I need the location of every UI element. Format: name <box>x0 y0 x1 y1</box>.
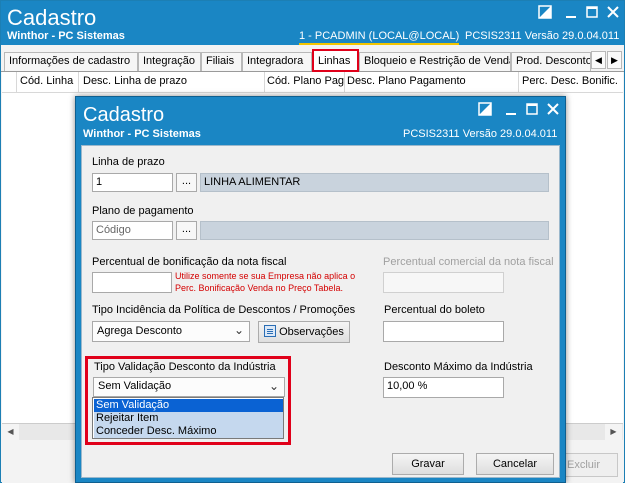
plano-pagamento-label: Plano de pagamento <box>92 205 194 217</box>
col-desc-plano-pagamento[interactable]: Desc. Plano Pagamento <box>347 75 466 87</box>
col-cod-linha[interactable]: Cód. Linha <box>20 75 73 87</box>
minimize-icon[interactable] <box>562 5 580 23</box>
dialog-subtitle: Winthor - PC Sistemas <box>83 128 201 140</box>
version-info: PCSIS2311 Versão 29.0.04.011 <box>465 30 620 42</box>
tab-prod-desconto[interactable]: Prod. Desconto <box>511 52 591 71</box>
col-perc-desc-bonific[interactable]: Perc. Desc. Bonific. <box>522 75 618 87</box>
scroll-right-icon[interactable]: ▶ <box>605 424 622 440</box>
delete-button[interactable]: Excluir <box>562 453 618 477</box>
tab-scroll-left-icon[interactable]: ◀ <box>591 51 606 69</box>
perc-comercial-label: Percentual comercial da nota fiscal <box>383 256 554 268</box>
tab-integradora[interactable]: Integradora <box>242 52 312 71</box>
linha-prazo-browse-button[interactable]: ... <box>176 173 197 192</box>
plano-pagamento-browse-button[interactable]: ... <box>176 221 197 240</box>
window-title: Cadastro <box>7 5 97 30</box>
tab-linhas[interactable]: Linhas <box>312 49 359 72</box>
main-titlebar: Cadastro Winthor - PC Sistemas 1 - PCADM… <box>1 1 624 45</box>
tipo-validacao-dropdown-list[interactable]: Sem Validação Rejeitar Item Conceder Des… <box>92 397 284 439</box>
tipo-incidencia-label: Tipo Incidência da Política de Descontos… <box>92 304 356 316</box>
save-button[interactable]: Gravar <box>392 453 464 475</box>
observacoes-button[interactable]: Observações <box>258 321 350 343</box>
tipo-incidencia-selected: Agrega Desconto <box>97 325 182 337</box>
perc-bonificacao-label: Percentual de bonificação da nota fiscal <box>92 256 287 268</box>
tab-informacoes-cadastro[interactable]: Informações de cadastro <box>4 52 138 71</box>
grid-header: Cód. Linha Desc. Linha de prazo Cód. Pla… <box>2 72 623 93</box>
perc-bonificacao-warning-line2: Perc. Bonificação Venda no Preço Tabela. <box>175 283 343 293</box>
dropdown-option-sem-validacao[interactable]: Sem Validação <box>94 399 283 412</box>
close-icon[interactable] <box>604 5 622 23</box>
desconto-maximo-input[interactable]: 10,00 % <box>383 377 504 398</box>
dialog-version: PCSIS2311 Versão 29.0.04.011 <box>403 128 558 140</box>
tab-bar: Informações de cadastro Integração Filia… <box>1 45 624 72</box>
maximize-icon[interactable] <box>583 5 601 23</box>
notes-icon <box>264 325 277 337</box>
perc-boleto-input[interactable] <box>383 321 504 342</box>
tab-scroll-right-icon[interactable]: ▶ <box>607 51 622 69</box>
dialog-close-icon[interactable] <box>544 102 562 120</box>
observacoes-button-label: Observações <box>279 326 344 338</box>
window-subtitle: Winthor - PC Sistemas <box>7 30 125 42</box>
dropdown-option-rejeitar-item[interactable]: Rejeitar Item <box>94 412 283 425</box>
desconto-maximo-label: Desconto Máximo da Indústria <box>384 361 533 373</box>
perc-comercial-input <box>383 272 504 293</box>
tab-integracao[interactable]: Integração <box>138 52 201 71</box>
dialog-maximize-icon[interactable] <box>523 102 541 120</box>
dialog-title: Cadastro <box>83 104 165 126</box>
perc-bonificacao-warning-line1: Utilize somente se sua Empresa não aplic… <box>175 271 356 281</box>
tab-bloqueio-restricao[interactable]: Bloqueio e Restrição de Venda <box>359 52 511 71</box>
plano-pagamento-description <box>200 221 549 240</box>
chevron-down-icon: ⌄ <box>233 323 244 337</box>
theme-toggle-icon[interactable] <box>536 5 554 23</box>
perc-bonificacao-input[interactable] <box>92 272 172 293</box>
dropdown-option-conceder-desc-maximo[interactable]: Conceder Desc. Máximo <box>94 425 283 438</box>
tipo-incidencia-select[interactable]: Agrega Desconto ⌄ <box>92 321 250 342</box>
tab-filiais[interactable]: Filiais <box>201 52 242 71</box>
linha-prazo-code-input[interactable]: 1 <box>92 173 173 192</box>
dialog-theme-toggle-icon[interactable] <box>476 102 494 120</box>
linha-prazo-label: Linha de prazo <box>92 156 165 168</box>
col-cod-plano-pag[interactable]: Cód. Plano Pag <box>267 75 344 87</box>
cancel-button[interactable]: Cancelar <box>476 453 554 475</box>
linha-prazo-description: LINHA ALIMENTAR <box>200 173 549 192</box>
col-desc-linha-prazo[interactable]: Desc. Linha de prazo <box>83 75 187 87</box>
scroll-left-icon[interactable]: ◀ <box>2 424 19 440</box>
plano-pagamento-code-input[interactable]: Código <box>92 221 173 240</box>
dialog-minimize-icon[interactable] <box>502 102 520 120</box>
perc-boleto-label: Percentual do boleto <box>384 304 485 316</box>
session-info: 1 - PCADMIN (LOCAL@LOCAL) <box>299 30 460 45</box>
